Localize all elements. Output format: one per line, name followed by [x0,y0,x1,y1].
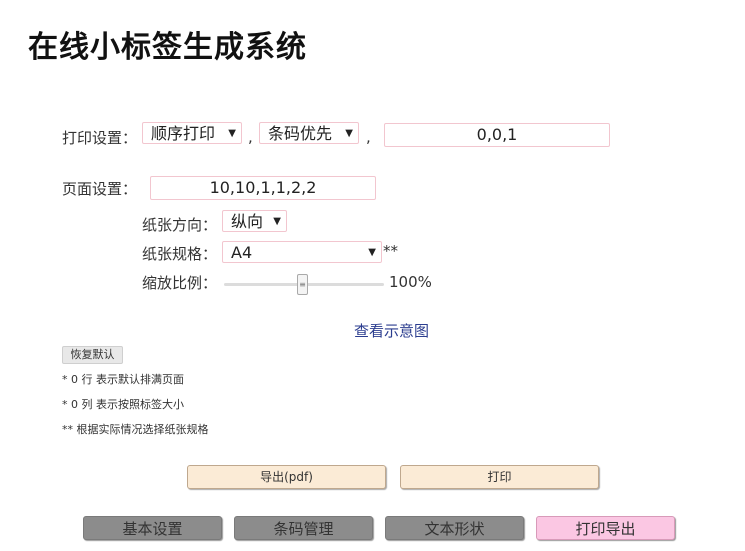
print-order-select[interactable]: 顺序打印 ▼ [142,122,242,144]
nav-basic-settings[interactable]: 基本设置 [83,516,222,540]
page-settings-label: 页面设置： [62,180,138,198]
page-title: 在线小标签生成系统 [28,30,307,65]
paper-size-note: ** [383,242,398,260]
nav-barcode-management[interactable]: 条码管理 [234,516,373,540]
orientation-label: 纸张方向： [142,216,218,234]
paper-size-select[interactable]: A4 ▼ [222,241,382,263]
print-settings-input[interactable]: 0,0,1 [384,123,610,147]
scale-value: 100% [389,273,432,291]
separator: , [248,128,253,146]
reset-default-button[interactable]: 恢复默认 [62,346,123,364]
export-pdf-button[interactable]: 导出(pdf) [187,465,386,489]
print-priority-value: 条码优先 [268,124,333,143]
dropdown-arrow-icon: ▼ [368,247,376,258]
orientation-select[interactable]: 纵向 ▼ [222,210,287,232]
note-line: ** 根据实际情况选择纸张规格 [62,423,209,436]
scale-label: 缩放比例： [142,274,218,292]
scale-slider-thumb[interactable]: ≡ [297,274,308,295]
dropdown-arrow-icon: ▼ [345,128,353,139]
dropdown-arrow-icon: ▼ [228,128,236,139]
note-line: * 0 列 表示按照标签大小 [62,398,184,411]
nav-print-export[interactable]: 打印导出 [536,516,675,540]
note-line: * 0 行 表示默认排满页面 [62,373,184,386]
orientation-value: 纵向 [231,212,264,231]
separator: , [366,128,371,146]
page-settings-input[interactable]: 10,10,1,1,2,2 [150,176,376,200]
print-priority-select[interactable]: 条码优先 ▼ [259,122,359,144]
print-button[interactable]: 打印 [400,465,599,489]
paper-size-label: 纸张规格： [142,245,218,263]
nav-text-shape[interactable]: 文本形状 [385,516,524,540]
paper-size-value: A4 [231,243,253,262]
print-order-value: 顺序打印 [151,124,216,143]
dropdown-arrow-icon: ▼ [273,216,281,227]
preview-link[interactable]: 查看示意图 [354,320,429,341]
print-settings-label: 打印设置： [62,129,138,147]
